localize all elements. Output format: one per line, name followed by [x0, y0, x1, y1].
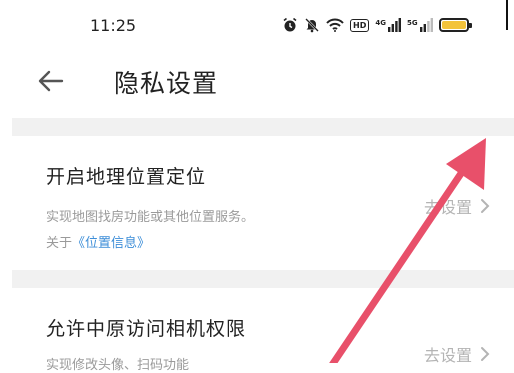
setting-location-description: 实现地图找房功能或其他位置服务。 — [46, 210, 255, 225]
page-title: 隐私设置 — [114, 69, 219, 98]
hd-voice-badge: HD — [350, 18, 370, 32]
wifi-icon — [326, 18, 344, 32]
section-separator — [12, 270, 514, 288]
setting-camera-description: 实现修改头像、扫码功能 — [46, 358, 190, 373]
chevron-right-icon — [481, 199, 490, 213]
chevron-right-icon — [481, 347, 490, 361]
edge-divider — [506, 0, 508, 30]
signal-5g-label: 5G — [406, 19, 418, 27]
status-icons: HD 4G 5G — [282, 14, 472, 36]
mute-icon — [304, 17, 320, 33]
setting-camera-title: 允许中原访问相机权限 — [46, 318, 247, 340]
back-arrow-icon — [38, 70, 64, 92]
camera-go-settings-button[interactable]: 去设置 — [424, 342, 490, 366]
battery-level — [441, 21, 466, 29]
go-settings-label: 去设置 — [423, 198, 472, 217]
status-bar: 11:25 HD 4G 5G — [0, 0, 514, 52]
status-time: 11:25 — [90, 16, 137, 35]
signal-4g-icon: 4G — [375, 18, 401, 32]
page-header: 隐私设置 — [0, 52, 514, 118]
setting-location-about: 关于《位置信息》 — [46, 232, 150, 251]
battery-icon — [438, 18, 472, 32]
about-prefix: 关于 — [46, 236, 73, 251]
alarm-icon — [282, 17, 298, 33]
setting-location-title: 开启地理位置定位 — [46, 166, 207, 188]
section-separator — [12, 118, 514, 136]
signal-4g-label: 4G — [375, 19, 386, 27]
setting-location: 开启地理位置定位 实现地图找房功能或其他位置服务。 关于《位置信息》 去设置 — [12, 136, 514, 270]
signal-5g-icon: 5G — [407, 18, 433, 32]
go-settings-label: 去设置 — [423, 346, 472, 365]
location-info-link[interactable]: 《位置信息》 — [72, 236, 150, 251]
setting-camera: 允许中原访问相机权限 实现修改头像、扫码功能 去设置 — [12, 288, 514, 373]
location-go-settings-button[interactable]: 去设置 — [424, 194, 490, 218]
back-button[interactable] — [36, 66, 66, 96]
